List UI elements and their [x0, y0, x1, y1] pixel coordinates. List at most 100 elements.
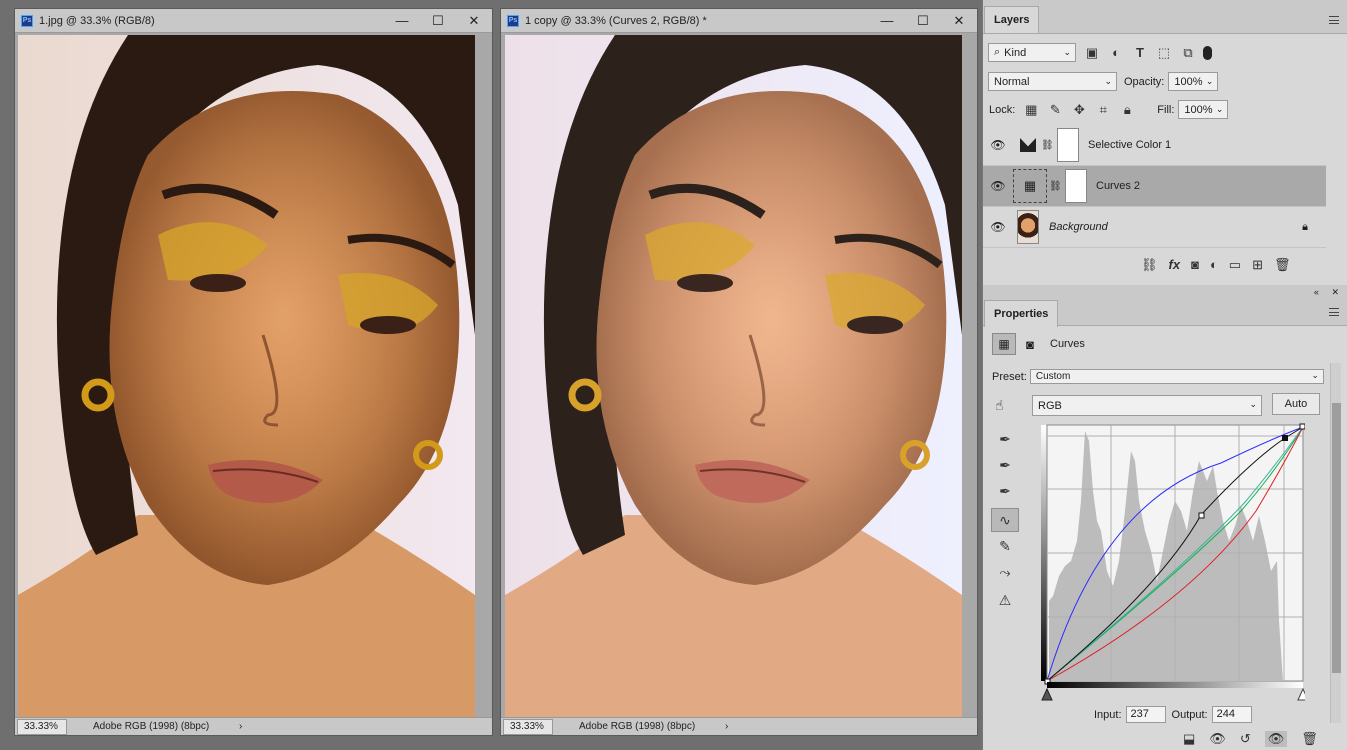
smart-object-filter-icon[interactable]: ⧉: [1176, 45, 1200, 61]
shape-filter-icon[interactable]: ⬚: [1152, 45, 1176, 61]
edit-points-curve-icon[interactable]: ∿: [991, 508, 1019, 532]
fx-icon[interactable]: fx: [1169, 257, 1181, 273]
reset-icon[interactable]: ↺: [1240, 731, 1251, 747]
view-previous-state-icon[interactable]: 👁︎: [1209, 731, 1226, 747]
layer-name[interactable]: Curves 2: [1096, 180, 1140, 192]
add-mask-icon[interactable]: ◙: [1191, 257, 1199, 273]
curves-adjustment-icon: ▦: [1013, 169, 1047, 203]
lock-label: Lock:: [989, 103, 1016, 116]
properties-tabbar: Properties: [983, 299, 1347, 327]
auto-button[interactable]: Auto: [1272, 393, 1320, 415]
status-bar: 33.33% Adobe RGB (1998) (8bpc) ›: [501, 717, 977, 735]
tab-layers[interactable]: Layers: [984, 6, 1040, 33]
curves-icon[interactable]: ▦: [992, 333, 1016, 355]
layer-row[interactable]: 👁︎ Background 🔒︎: [983, 207, 1326, 248]
mask-icon[interactable]: ◙: [1020, 337, 1040, 352]
pencil-icon[interactable]: ✎: [991, 534, 1019, 558]
lock-transparent-icon[interactable]: ▦: [1019, 102, 1043, 118]
fill-label: Fill:: [1157, 103, 1175, 116]
gray-point-eyedropper-icon[interactable]: ✒︎: [991, 453, 1019, 477]
maximize-button[interactable]: ☐: [905, 9, 941, 32]
layer-name[interactable]: Selective Color 1: [1088, 139, 1171, 151]
canvas-image[interactable]: [18, 35, 475, 718]
document-window-1[interactable]: Ps 1.jpg @ 33.3% (RGB/8) — ☐ ✕ 33.33% Ad…: [14, 8, 493, 736]
chevron-down-icon: ⌄: [1063, 47, 1071, 57]
preset-dropdown[interactable]: Custom ⌄: [1029, 369, 1324, 384]
output-label: Output:: [1171, 708, 1208, 721]
link-layers-icon[interactable]: ⛓︎: [1141, 257, 1158, 273]
targeted-adjustment-icon[interactable]: ☝︎: [995, 397, 1004, 414]
visibility-eye-icon[interactable]: 👁︎: [983, 179, 1013, 193]
white-point-slider: [1297, 687, 1305, 701]
chevron-right-icon[interactable]: ›: [725, 721, 728, 732]
kind-filter-dropdown[interactable]: ⌕ Kind ⌄: [988, 43, 1076, 62]
document-titlebar[interactable]: Ps 1.jpg @ 33.3% (RGB/8) — ☐ ✕: [15, 9, 492, 33]
lock-all-icon[interactable]: 🔒︎: [1115, 102, 1139, 118]
close-icon[interactable]: ✕: [1331, 287, 1339, 297]
blend-mode-dropdown[interactable]: Normal ⌄: [988, 72, 1117, 91]
layer-name[interactable]: Background: [1049, 221, 1108, 233]
lock-image-icon[interactable]: ✎: [1043, 102, 1067, 118]
maximize-button[interactable]: ☐: [420, 9, 456, 32]
opacity-field[interactable]: 100% ⌄: [1168, 72, 1219, 91]
lock-artboard-icon[interactable]: ⌗: [1091, 102, 1115, 118]
trash-icon[interactable]: 🗑︎: [1274, 257, 1291, 273]
pixel-filter-icon[interactable]: ▣: [1080, 45, 1104, 61]
layer-mask-thumbnail[interactable]: [1065, 169, 1087, 203]
clip-to-layer-icon[interactable]: ⬓: [1183, 731, 1195, 747]
document-titlebar[interactable]: Ps 1 copy @ 33.3% (Curves 2, RGB/8) * — …: [501, 9, 977, 33]
curves-graph[interactable]: [1041, 421, 1305, 701]
input-label: Input:: [1094, 708, 1122, 721]
zoom-level-field[interactable]: 33.33%: [503, 718, 553, 735]
type-filter-icon[interactable]: T: [1128, 45, 1152, 60]
layer-row-selected[interactable]: 👁︎ ▦ ⛓︎ Curves 2: [983, 166, 1326, 207]
scrollbar[interactable]: [1330, 363, 1341, 723]
collapse-icon[interactable]: «: [1314, 287, 1319, 297]
fill-field[interactable]: 100% ⌄: [1178, 100, 1229, 119]
visibility-eye-icon[interactable]: 👁︎: [983, 138, 1013, 152]
blend-mode-value: Normal: [994, 75, 1030, 88]
zoom-level-field[interactable]: 33.33%: [17, 718, 67, 735]
properties-panel: « ✕ Properties ▦ ◙ Curves Preset: Custom…: [982, 285, 1347, 750]
visibility-eye-icon[interactable]: 👁︎: [983, 220, 1013, 234]
portrait-photo-edited: [505, 35, 962, 718]
scrollbar-thumb[interactable]: [1332, 403, 1341, 673]
selective-color-icon: [1017, 128, 1039, 162]
color-profile: Adobe RGB (1998) (8bpc): [93, 721, 210, 732]
white-point-eyedropper-icon[interactable]: ✒︎: [991, 479, 1019, 503]
preset-row: Preset: Custom ⌄: [992, 369, 1324, 384]
panel-menu-icon[interactable]: [1329, 308, 1339, 316]
clipping-warning-icon[interactable]: ⚠: [991, 588, 1019, 612]
tab-properties[interactable]: Properties: [984, 300, 1059, 327]
toggle-visibility-icon[interactable]: 👁︎: [1264, 731, 1288, 747]
filter-toggle-icon[interactable]: [1203, 45, 1212, 60]
chain-link-icon[interactable]: ⛓︎: [1049, 181, 1062, 192]
channel-dropdown[interactable]: RGB ⌄: [1032, 395, 1262, 416]
chevron-right-icon[interactable]: ›: [239, 721, 242, 732]
panel-menu-icon[interactable]: [1329, 16, 1339, 24]
lock-position-icon[interactable]: ✥: [1067, 102, 1091, 118]
chain-link-icon[interactable]: ⛓︎: [1041, 140, 1054, 151]
black-point-eyedropper-icon[interactable]: ✒︎: [991, 427, 1019, 451]
document-window-2[interactable]: Ps 1 copy @ 33.3% (Curves 2, RGB/8) * — …: [500, 8, 978, 736]
search-icon: ⌕: [994, 46, 1001, 58]
new-layer-icon[interactable]: ⊞: [1252, 257, 1263, 273]
minimize-button[interactable]: —: [869, 9, 905, 32]
adjustment-filter-icon[interactable]: ◐: [1104, 45, 1128, 60]
layer-row[interactable]: 👁︎ ⛓︎ Selective Color 1: [983, 125, 1326, 166]
input-field[interactable]: 237: [1125, 706, 1166, 723]
minimize-button[interactable]: —: [384, 9, 420, 32]
output-gradient-bar: [1041, 425, 1047, 681]
trash-icon[interactable]: 🗑︎: [1301, 731, 1318, 747]
layer-mask-thumbnail[interactable]: [1057, 128, 1079, 162]
new-group-icon[interactable]: ▭: [1229, 257, 1241, 273]
output-field[interactable]: 244: [1211, 706, 1252, 723]
chevron-down-icon: ⌄: [1249, 399, 1257, 409]
close-button[interactable]: ✕: [941, 9, 977, 32]
canvas-image[interactable]: [505, 35, 962, 718]
input-output-row: Input: 237 Output: 244: [1094, 706, 1252, 723]
new-adjustment-icon[interactable]: ◐: [1210, 257, 1218, 273]
smooth-curve-icon[interactable]: ⤳: [991, 560, 1019, 584]
layers-tabbar: Layers: [983, 0, 1347, 34]
close-button[interactable]: ✕: [456, 9, 492, 32]
